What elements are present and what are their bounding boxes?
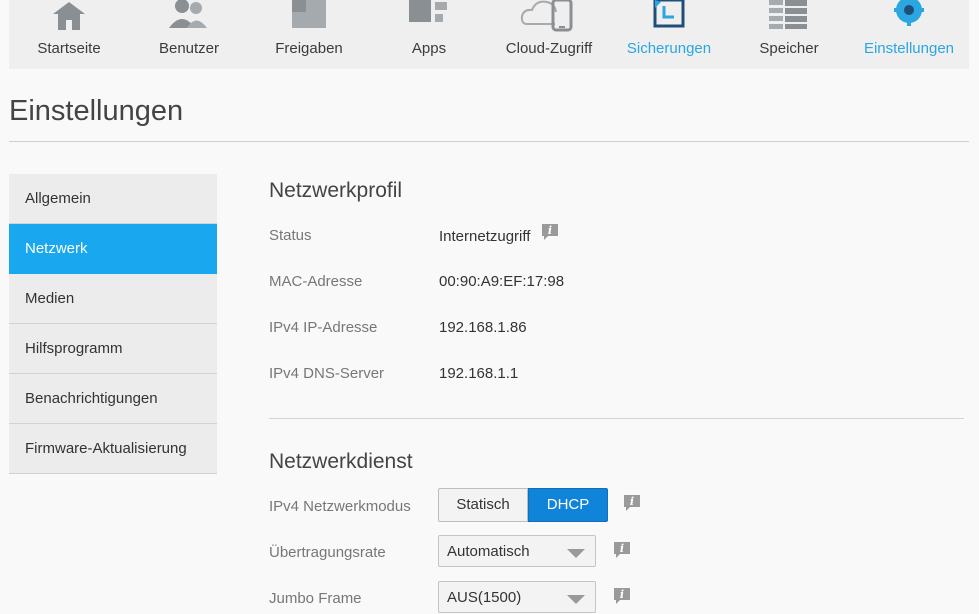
transfer-rate-select[interactable]: Automatisch [438, 535, 596, 567]
jumbo-frame-info-icon[interactable]: i [612, 586, 632, 606]
storage-icon [729, 0, 849, 34]
nav-label: Apps [411, 40, 447, 57]
apps-icon [369, 0, 489, 34]
nav-label: Startseite [37, 40, 101, 57]
cloud-access-icon [489, 0, 609, 34]
jumbo-frame-label: Jumbo Frame [269, 590, 362, 607]
sidebar-item-hilfsprogramm[interactable]: Hilfsprogramm [9, 324, 217, 374]
nav-apps[interactable]: Apps [369, 0, 489, 69]
status-label: Status [269, 227, 312, 244]
nav-startseite[interactable]: Startseite [9, 0, 129, 69]
mac-address-value: 00:90:A9:EF:17:98 [439, 273, 565, 290]
nav-label: Sicherungen [626, 40, 712, 57]
chevron-down-icon [567, 549, 585, 558]
nav-cloud-zugriff[interactable]: Cloud-Zugriff [489, 0, 609, 69]
mode-static-button[interactable]: Statisch [438, 488, 528, 522]
transfer-rate-info-icon[interactable]: i [612, 540, 632, 560]
nav-label: Cloud-Zugriff [505, 40, 593, 57]
sidebar-item-netzwerk[interactable]: Netzwerk [9, 224, 217, 274]
mac-address-label: MAC-Adresse [269, 273, 363, 290]
svg-text:i: i [620, 542, 624, 555]
gear-icon [849, 0, 969, 34]
status-value: Internetzugriff [439, 228, 531, 245]
settings-sidebar: Allgemein Netzwerk Medien Hilfsprogramm … [9, 174, 217, 474]
mode-dhcp-button[interactable]: DHCP [528, 488, 608, 522]
nav-freigaben[interactable]: Freigaben [249, 0, 369, 69]
nav-label: Einstellungen [863, 40, 955, 57]
ipv4-dns-value: 192.168.1.1 [439, 365, 519, 382]
chevron-down-icon [567, 595, 585, 604]
home-icon [9, 0, 129, 34]
nav-label: Speicher [759, 40, 819, 57]
status-info-icon[interactable]: i [540, 222, 560, 242]
nav-speicher[interactable]: Speicher [729, 0, 849, 69]
users-icon [129, 0, 249, 34]
sidebar-item-allgemein[interactable]: Allgemein [9, 174, 217, 224]
ipv4-mode-info-icon[interactable]: i [622, 493, 642, 513]
shares-icon [249, 0, 369, 34]
network-service-title: Netzwerkdienst [269, 450, 413, 473]
ipv4-mode-label: IPv4 Netzwerkmodus [269, 498, 411, 515]
svg-text:i: i [548, 224, 552, 237]
title-divider [9, 141, 969, 142]
sidebar-item-medien[interactable]: Medien [9, 274, 217, 324]
nav-benutzer[interactable]: Benutzer [129, 0, 249, 69]
transfer-rate-label: Übertragungsrate [269, 544, 386, 561]
jumbo-frame-value: AUS(1500) [447, 589, 522, 606]
nav-sicherungen[interactable]: Sicherungen [609, 0, 729, 69]
ipv4-mode-toggle: Statisch DHCP [438, 488, 608, 522]
top-navigation: Startseite Benutzer Freigaben Apps Cloud… [9, 0, 969, 69]
ipv4-dns-label: IPv4 DNS-Server [269, 365, 385, 382]
svg-text:i: i [620, 588, 624, 601]
nav-label: Freigaben [275, 40, 343, 57]
ipv4-address-value: 192.168.1.86 [439, 319, 527, 336]
backup-icon [609, 0, 729, 34]
nav-label: Benutzer [158, 40, 220, 57]
transfer-rate-value: Automatisch [447, 543, 530, 560]
svg-text:i: i [630, 495, 634, 508]
ipv4-address-label: IPv4 IP-Adresse [269, 319, 378, 336]
jumbo-frame-select[interactable]: AUS(1500) [438, 581, 596, 613]
sidebar-item-firmware-aktualisierung[interactable]: Firmware-Aktualisierung [9, 424, 217, 474]
nav-einstellungen[interactable]: Einstellungen [849, 0, 969, 69]
network-profile-title: Netzwerkprofil [269, 179, 403, 202]
page-title: Einstellungen [9, 95, 184, 127]
section-divider [269, 418, 964, 419]
sidebar-item-benachrichtigungen[interactable]: Benachrichtigungen [9, 374, 217, 424]
